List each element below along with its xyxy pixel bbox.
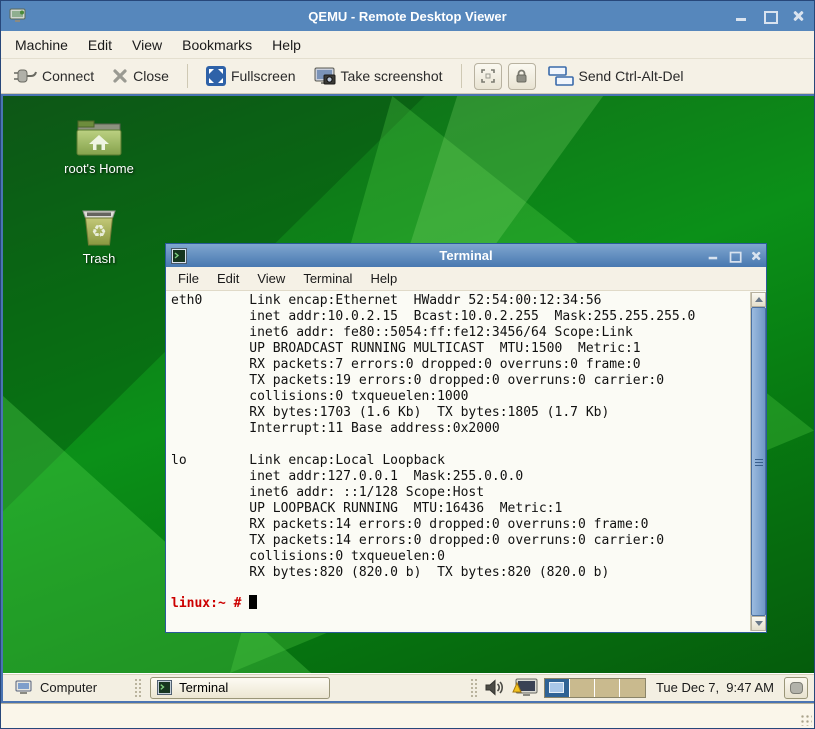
clock[interactable]: Tue Dec 7, 9:47 AM bbox=[652, 680, 778, 695]
task-label: Terminal bbox=[179, 680, 228, 695]
send-ctrl-alt-del-button[interactable]: Send Ctrl-Alt-Del bbox=[542, 62, 690, 91]
up-arrow-icon bbox=[755, 297, 763, 302]
terminal-scrollbar[interactable] bbox=[750, 292, 765, 631]
terminal-minimize-button[interactable] bbox=[707, 250, 718, 261]
menu-machine[interactable]: Machine bbox=[7, 33, 76, 57]
tray-handle[interactable] bbox=[469, 677, 478, 699]
toolbar-separator bbox=[187, 64, 188, 88]
guest-display: root's Home ♻ Trash bbox=[1, 94, 815, 703]
desktop-icon-label: root's Home bbox=[49, 161, 149, 176]
scroll-down-button[interactable] bbox=[751, 616, 766, 631]
workspace-1[interactable] bbox=[545, 679, 570, 697]
terminal-menu-help[interactable]: Help bbox=[362, 268, 405, 289]
taskbar: Computer Terminal bbox=[3, 673, 814, 701]
task-terminal[interactable]: Terminal bbox=[150, 677, 330, 699]
workspace-2[interactable] bbox=[570, 679, 595, 697]
terminal-prompt: linux:~ # bbox=[171, 596, 241, 611]
trash-icon: ♻ bbox=[77, 204, 121, 248]
workspace-4[interactable] bbox=[620, 679, 645, 697]
fullscreen-label: Fullscreen bbox=[231, 68, 296, 84]
desktop-icon-trash[interactable]: ♻ Trash bbox=[49, 204, 149, 266]
show-desktop-button[interactable] bbox=[784, 677, 808, 699]
close-connection-button[interactable]: Close bbox=[106, 64, 175, 88]
terminal-output: eth0 Link encap:Ethernet HWaddr 52:54:00… bbox=[171, 293, 766, 581]
fullscreen-icon bbox=[206, 66, 226, 86]
tasklist-handle[interactable] bbox=[133, 677, 142, 699]
close-button[interactable] bbox=[790, 9, 806, 23]
terminal-menu-file[interactable]: File bbox=[170, 268, 207, 289]
window-titlebar[interactable]: QEMU - Remote Desktop Viewer bbox=[1, 1, 814, 31]
terminal-menu-edit[interactable]: Edit bbox=[209, 268, 247, 289]
terminal-maximize-button[interactable] bbox=[728, 250, 739, 261]
remote-desktop-viewer-window: QEMU - Remote Desktop Viewer Machine Edi… bbox=[0, 0, 815, 729]
scroll-up-button[interactable] bbox=[751, 292, 766, 307]
display-settings-icon[interactable] bbox=[512, 678, 538, 698]
toolbar: Connect Close Fullscreen Take scr bbox=[1, 59, 814, 94]
terminal-titlebar[interactable]: Terminal bbox=[166, 244, 766, 267]
keyboard-icon bbox=[548, 66, 574, 87]
computer-icon bbox=[15, 680, 33, 695]
terminal-menu-view[interactable]: View bbox=[249, 268, 293, 289]
computer-menu-button[interactable]: Computer bbox=[9, 678, 103, 697]
system-tray: Tue Dec 7, 9:47 AM bbox=[469, 677, 808, 699]
scrollbar-thumb[interactable] bbox=[751, 307, 766, 616]
terminal-window: Terminal File Edit View Terminal Help et… bbox=[165, 243, 767, 633]
terminal-prompt-row: linux:~ # bbox=[171, 595, 766, 611]
connect-label: Connect bbox=[42, 68, 94, 84]
terminal-cursor bbox=[249, 595, 257, 609]
recycle-glyph: ♻ bbox=[91, 222, 106, 241]
resize-guest-toggle[interactable] bbox=[474, 63, 502, 90]
take-screenshot-button[interactable]: Take screenshot bbox=[308, 63, 449, 90]
menu-view[interactable]: View bbox=[124, 33, 170, 57]
workspace-window-thumb bbox=[549, 682, 564, 693]
statusbar bbox=[1, 703, 815, 729]
screenshot-icon bbox=[314, 67, 336, 86]
terminal-title: Terminal bbox=[166, 248, 766, 263]
terminal-menu-terminal[interactable]: Terminal bbox=[295, 268, 360, 289]
volume-icon[interactable] bbox=[484, 679, 506, 696]
close-label: Close bbox=[133, 68, 169, 84]
resize-grip[interactable] bbox=[800, 714, 812, 726]
menu-edit[interactable]: Edit bbox=[80, 33, 120, 57]
lock-icon bbox=[515, 69, 528, 84]
menu-help[interactable]: Help bbox=[264, 33, 309, 57]
window-title: QEMU - Remote Desktop Viewer bbox=[1, 9, 814, 24]
resize-corners-icon bbox=[481, 69, 495, 83]
minimize-button[interactable] bbox=[734, 9, 750, 23]
terminal-content[interactable]: eth0 Link encap:Ethernet HWaddr 52:54:00… bbox=[166, 291, 766, 632]
plug-icon bbox=[13, 68, 37, 84]
menubar: Machine Edit View Bookmarks Help bbox=[1, 31, 814, 59]
desktop-icon-label: Trash bbox=[49, 251, 149, 266]
toolbar-separator bbox=[461, 64, 462, 88]
maximize-button[interactable] bbox=[762, 9, 778, 23]
send-cad-label: Send Ctrl-Alt-Del bbox=[579, 68, 684, 84]
workspace-pager bbox=[544, 678, 646, 698]
desktop[interactable]: root's Home ♻ Trash bbox=[3, 96, 814, 673]
lock-toggle[interactable] bbox=[508, 63, 536, 90]
menu-bookmarks[interactable]: Bookmarks bbox=[174, 33, 260, 57]
terminal-icon bbox=[157, 680, 172, 695]
terminal-menubar: File Edit View Terminal Help bbox=[166, 267, 766, 291]
down-arrow-icon bbox=[755, 621, 763, 626]
terminal-close-button[interactable] bbox=[749, 250, 760, 261]
home-folder-icon bbox=[75, 118, 123, 158]
fullscreen-button[interactable]: Fullscreen bbox=[200, 62, 302, 90]
screenshot-label: Take screenshot bbox=[341, 68, 443, 84]
close-x-icon bbox=[112, 68, 128, 84]
workspace-3[interactable] bbox=[595, 679, 620, 697]
show-desktop-icon bbox=[790, 682, 803, 694]
desktop-icon-home[interactable]: root's Home bbox=[49, 118, 149, 176]
connect-button[interactable]: Connect bbox=[7, 64, 100, 88]
thumb-grip bbox=[755, 462, 763, 463]
computer-label: Computer bbox=[40, 680, 97, 695]
